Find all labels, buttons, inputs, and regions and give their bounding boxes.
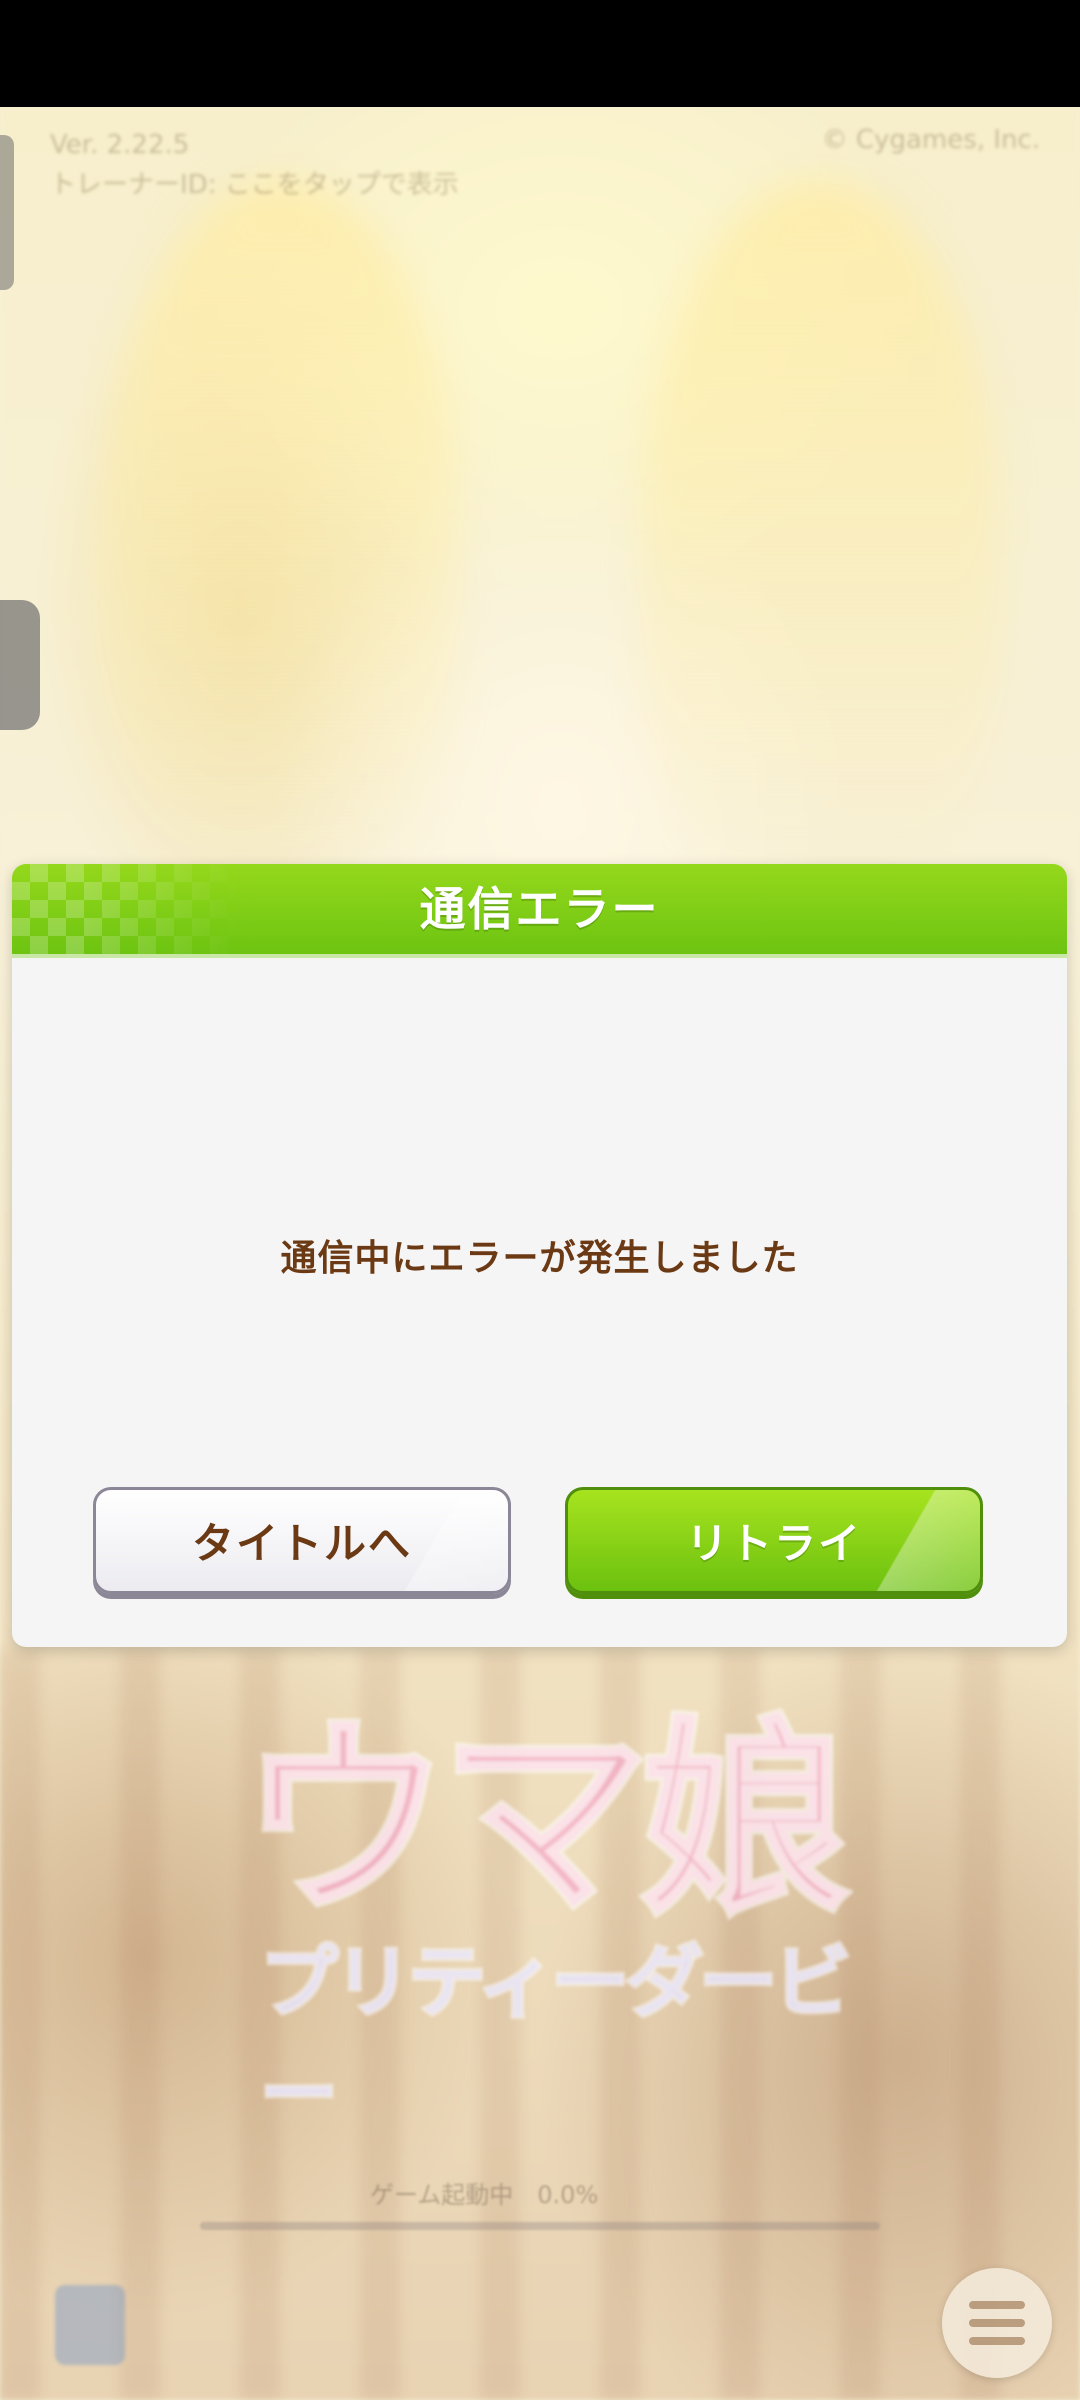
app-screen: Ver. 2.22.5 トレーナーID: ここをタップで表示 © Cygames…	[0, 0, 1080, 2400]
retry-button[interactable]: リトライ	[565, 1487, 983, 1594]
trainer-id-label[interactable]: トレーナーID: ここをタップで表示	[50, 165, 459, 205]
background-wing-left	[100, 180, 460, 900]
hamburger-menu-line	[969, 2337, 1025, 2345]
menu-button[interactable]	[942, 2268, 1052, 2378]
loading-status-label: ゲーム起動中 0.0%	[370, 2181, 599, 2209]
dialog-message: 通信中にエラーが発生しました	[280, 1238, 799, 1279]
hamburger-menu-line	[969, 2319, 1025, 2327]
logo-title: ウマ娘	[237, 1695, 853, 1946]
dialog-title: 通信エラー	[419, 882, 660, 936]
copyright-label: © Cygames, Inc.	[821, 125, 1040, 155]
retry-label: リトライ	[685, 1519, 862, 1568]
status-bar	[0, 0, 1080, 107]
side-handle-middle[interactable]	[0, 600, 40, 730]
side-handle-top[interactable]	[0, 135, 14, 290]
version-info[interactable]: Ver. 2.22.5 トレーナーID: ここをタップで表示	[50, 125, 459, 205]
error-dialog: 通信エラー 通信中にエラーが発生しました タイトルへ リトライ	[12, 864, 1067, 1647]
hamburger-menu-icon	[969, 2301, 1025, 2309]
back-to-title-button[interactable]: タイトルへ	[93, 1487, 511, 1594]
background-wing-right	[640, 180, 1000, 900]
dialog-header: 通信エラー	[12, 864, 1067, 958]
loading-progress-bar	[200, 2222, 880, 2230]
game-logo: ウマ娘 プリティーダービー	[220, 1650, 860, 2142]
version-label: Ver. 2.22.5	[50, 130, 190, 160]
logo-subtitle: プリティーダービー	[258, 1936, 853, 2142]
app-badge-icon	[55, 2285, 125, 2365]
button-shine	[860, 1490, 980, 1591]
back-to-title-label: タイトルへ	[191, 1519, 412, 1568]
